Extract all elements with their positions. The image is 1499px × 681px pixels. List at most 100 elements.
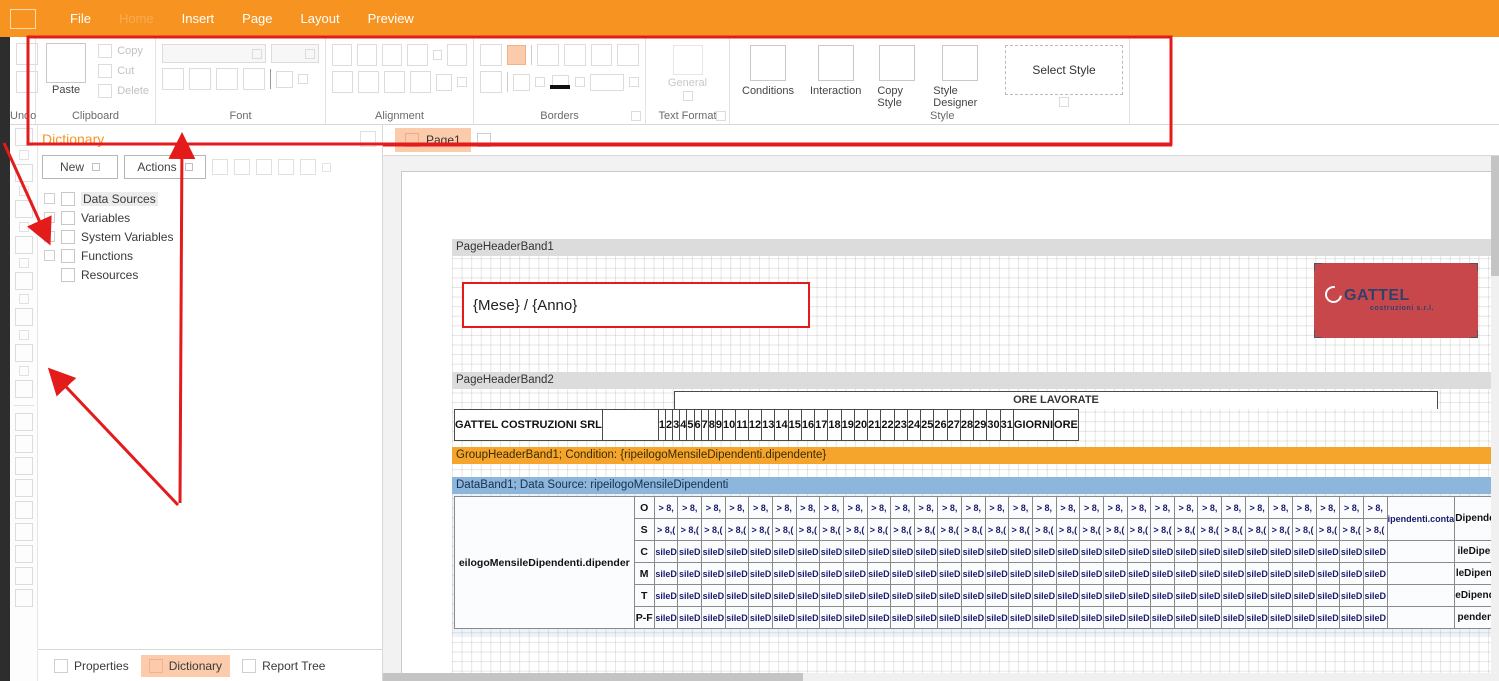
menu-item-layout[interactable]: Layout (287, 0, 354, 37)
page-tab-page1[interactable]: Page1 (395, 128, 471, 152)
report-grid[interactable]: PageHeaderBand1 {Mese} / {Anno} GATTEL c… (452, 239, 1499, 674)
dictionary-node-functions[interactable]: Functions (44, 246, 382, 265)
border-color-icon[interactable] (513, 73, 530, 91)
align-right-icon[interactable] (382, 44, 403, 66)
text-direction-icon[interactable] (446, 44, 467, 66)
text-format-icon[interactable] (672, 45, 703, 75)
company-logo-image[interactable]: GATTEL costruzioni s.r.l. (1314, 263, 1478, 338)
tool-subreport-icon[interactable] (14, 457, 33, 475)
menu-item-insert[interactable]: Insert (168, 0, 229, 37)
tool-checkbox-icon[interactable] (14, 380, 33, 398)
select-style-dropdown-icon[interactable] (1059, 97, 1069, 107)
text-format-dropdown-icon[interactable] (682, 91, 693, 101)
text-format-dialog-launcher-icon[interactable] (716, 111, 726, 121)
bold-icon[interactable] (162, 68, 184, 90)
font-color-dropdown-icon[interactable] (298, 74, 308, 84)
tool-image-options-icon[interactable] (18, 222, 29, 232)
border-none-icon[interactable] (480, 44, 502, 66)
tool-text-icon[interactable] (14, 164, 33, 182)
paste-icon[interactable] (46, 43, 87, 83)
border-size-dropdown-icon[interactable] (629, 77, 639, 87)
dictionary-actions-button[interactable]: Actions (124, 155, 206, 179)
report-canvas-scroll-area[interactable]: PageHeaderBand1 {Mese} / {Anno} GATTEL c… (383, 156, 1499, 674)
valign-middle-icon[interactable] (358, 71, 380, 93)
tool-gauge-icon[interactable] (14, 344, 33, 362)
undo-icon[interactable] (16, 43, 38, 65)
cut-label[interactable]: Cut (117, 65, 134, 77)
font-color-icon[interactable] (276, 70, 293, 88)
dictionary-close-icon[interactable] (360, 131, 376, 147)
horizontal-scroll-thumb[interactable] (383, 673, 803, 681)
dictionary-delete-icon[interactable] (234, 159, 250, 175)
band-page-header-2[interactable]: PageHeaderBand2 ORE LAVORATE (452, 372, 1499, 451)
expand-icon[interactable] (44, 212, 55, 223)
style-designer-button[interactable]: Style Designer (927, 45, 993, 109)
copy-icon[interactable] (98, 44, 113, 58)
border-style-dropdown-icon[interactable] (575, 77, 585, 87)
tool-richtext-icon[interactable] (14, 567, 33, 585)
tool-cross-band-icon[interactable] (14, 435, 33, 453)
menu-item-file[interactable]: File (56, 0, 105, 37)
menu-item-preview[interactable]: Preview (354, 0, 428, 37)
band-page-header-1[interactable]: PageHeaderBand1 {Mese} / {Anno} GATTEL c… (452, 239, 1499, 369)
interaction-button[interactable]: Interaction (804, 45, 867, 97)
border-bottom-icon[interactable] (564, 44, 586, 66)
delete-icon[interactable] (98, 84, 113, 98)
tool-gauge-options-icon[interactable] (18, 366, 29, 376)
font-size-select[interactable] (271, 44, 319, 63)
tool-select-icon[interactable] (14, 128, 33, 146)
border-outside-icon[interactable] (480, 71, 502, 93)
tab-dictionary[interactable]: Dictionary (140, 654, 231, 677)
select-style-gallery[interactable]: Select Style (1005, 45, 1123, 95)
tool-chart-options-icon[interactable] (18, 330, 29, 340)
border-right-icon[interactable] (617, 44, 639, 66)
strikethrough-icon[interactable] (243, 68, 265, 90)
app-menu-button[interactable] (10, 8, 36, 29)
dictionary-node-system-variables[interactable]: System Variables (44, 227, 382, 246)
cut-icon[interactable] (98, 64, 113, 78)
valign-bottom-icon[interactable] (384, 71, 406, 93)
expand-icon[interactable] (44, 250, 55, 261)
dictionary-view-icon[interactable] (300, 159, 316, 175)
conditions-button[interactable]: Conditions (736, 45, 800, 97)
border-top-icon[interactable] (537, 44, 559, 66)
band-data-1[interactable]: DataBand1; Data Source: ripeilogoMensile… (452, 477, 1499, 637)
tool-chart-icon[interactable] (14, 308, 33, 326)
tab-properties[interactable]: Properties (46, 655, 137, 677)
horizontal-scrollbar[interactable] (383, 673, 1491, 681)
tool-image-icon[interactable] (14, 200, 33, 218)
selection-handle-br[interactable] (1470, 330, 1478, 338)
word-wrap-icon[interactable] (410, 71, 432, 93)
dictionary-movedown-icon[interactable] (278, 159, 294, 175)
vertical-scrollbar[interactable] (1491, 156, 1499, 681)
border-size-select[interactable] (590, 73, 624, 91)
align-dropdown-icon[interactable] (432, 50, 442, 60)
dictionary-new-button[interactable]: New (42, 155, 118, 179)
dictionary-node-resources[interactable]: Resources (44, 265, 382, 284)
copy-label[interactable]: Copy (117, 45, 143, 57)
italic-icon[interactable] (189, 68, 211, 90)
band-data-1-body[interactable]: eilogoMensileDipendenti.dipender O > 8, >… (452, 494, 1499, 637)
band-group-header-1-body[interactable] (452, 464, 1499, 476)
band-group-header-1[interactable]: GroupHeaderBand1; Condition: {ripeilogoM… (452, 447, 1499, 476)
expand-icon[interactable] (44, 231, 55, 242)
tool-barcode-icon[interactable] (14, 272, 33, 290)
selection-handle-tl[interactable] (1314, 263, 1322, 271)
dictionary-view-dropdown-icon[interactable] (322, 162, 331, 172)
underline-icon[interactable] (216, 68, 238, 90)
border-all-icon[interactable] (506, 45, 527, 65)
add-page-button[interactable] (476, 133, 491, 147)
band-page-header-2-body[interactable]: ORE LAVORATE GATTEL COSTRUZIONI SRL 1 (452, 389, 1499, 451)
valign-top-icon[interactable] (332, 71, 354, 93)
align-left-icon[interactable] (332, 44, 353, 66)
font-family-select[interactable] (162, 44, 267, 63)
tool-barcode-options-icon[interactable] (18, 294, 29, 304)
tool-clone-icon[interactable] (14, 523, 33, 541)
tool-zipcode-icon[interactable] (14, 545, 33, 563)
expand-icon[interactable] (44, 193, 55, 204)
tab-report-tree[interactable]: Report Tree (234, 655, 333, 677)
redo-icon[interactable] (16, 71, 38, 93)
text-rotation-dropdown-icon[interactable] (457, 77, 467, 87)
dictionary-moveup-icon[interactable] (256, 159, 272, 175)
selection-handle-tr[interactable] (1470, 263, 1478, 271)
